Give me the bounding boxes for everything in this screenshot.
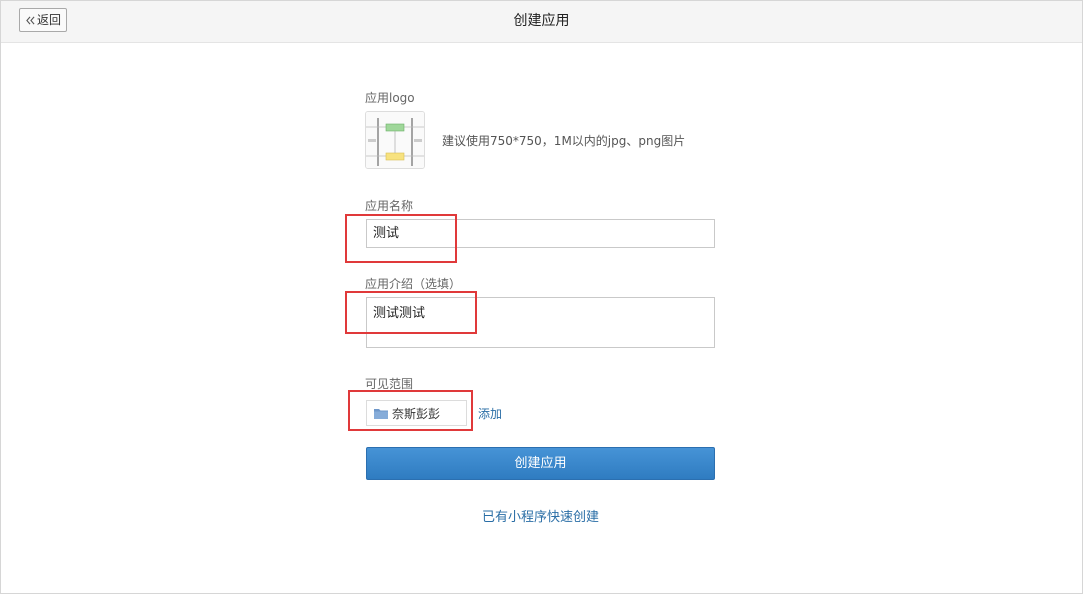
app-intro-textarea[interactable]: 测试测试 (366, 297, 715, 348)
add-scope-link[interactable]: 添加 (478, 405, 502, 422)
folder-icon (374, 408, 388, 419)
header-bar: 返回 创建应用 (1, 1, 1082, 43)
quick-create-link[interactable]: 已有小程序快速创建 (366, 506, 715, 525)
logo-label: 应用logo (365, 91, 415, 105)
logo-thumbnail-image (366, 112, 424, 168)
logo-hint: 建议使用750*750，1M以内的jpg、png图片 (442, 134, 686, 148)
app-name-input[interactable]: 测试 (366, 219, 715, 248)
name-label: 应用名称 (365, 199, 414, 213)
scope-tag[interactable]: 奈斯彭彭 (366, 400, 467, 426)
page-title: 创建应用 (513, 13, 570, 29)
intro-label: 应用介绍（选填） (365, 277, 462, 291)
scope-label: 可见范围 (365, 377, 414, 391)
scope-tag-label: 奈斯彭彭 (392, 406, 441, 421)
create-app-button[interactable]: 创建应用 (366, 447, 715, 480)
logo-upload[interactable] (365, 111, 425, 169)
